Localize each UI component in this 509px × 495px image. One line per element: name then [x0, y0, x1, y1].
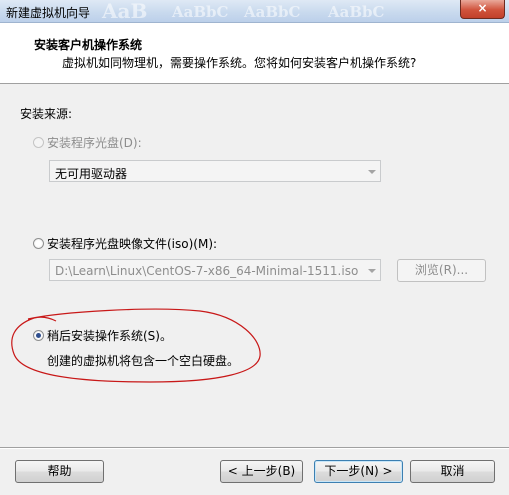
close-icon: ×	[477, 1, 488, 15]
close-button[interactable]: ×	[460, 0, 505, 19]
chevron-down-icon	[364, 260, 380, 280]
help-button[interactable]: 帮助	[15, 460, 104, 483]
ghost-text-1: AaB	[102, 0, 148, 23]
radio-install-later[interactable]	[33, 330, 44, 341]
cancel-button[interactable]: 取消	[410, 460, 495, 483]
footer-separator-highlight	[0, 448, 509, 449]
window-title: 新建虚拟机向导	[6, 6, 91, 20]
install-source-label: 安装来源:	[20, 107, 73, 121]
radio-install-iso[interactable]	[33, 238, 44, 249]
iso-path-combo[interactable]: D:\Learn\Linux\CentOS-7-x86_64-Minimal-1…	[49, 259, 381, 281]
chevron-down-icon	[364, 161, 380, 181]
radio-selected-dot	[36, 333, 41, 338]
back-button[interactable]: < 上一步(B)	[220, 460, 303, 483]
radio-install-disc[interactable]	[33, 137, 44, 148]
radio-install-later-label: 稍后安装操作系统(S)。	[47, 329, 172, 343]
page-title: 安装客户机操作系统	[34, 38, 143, 52]
wizard-header: 安装客户机操作系统 虚拟机如同物理机，需要操作系统。您将如何安装客户机操作系统?	[0, 23, 509, 84]
browse-button[interactable]: 浏览(R)...	[397, 259, 486, 282]
disc-drive-value: 无可用驱动器	[55, 167, 128, 181]
next-button[interactable]: 下一步(N) >	[314, 460, 403, 483]
disc-drive-combo[interactable]: 无可用驱动器	[49, 160, 381, 182]
iso-path-value: D:\Learn\Linux\CentOS-7-x86_64-Minimal-1…	[55, 264, 359, 278]
radio-install-disc-label: 安装程序光盘(D):	[47, 136, 142, 150]
ghost-text-4: AaBbC	[328, 3, 385, 21]
ghost-text-2: AaBbC	[172, 3, 229, 21]
install-later-description: 创建的虚拟机将包含一个空白硬盘。	[47, 354, 240, 368]
radio-install-iso-label: 安装程序光盘映像文件(iso)(M):	[47, 237, 218, 251]
ghost-text-3: AaBbC	[244, 3, 301, 21]
page-subtitle: 虚拟机如同物理机，需要操作系统。您将如何安装客户机操作系统?	[62, 56, 417, 70]
